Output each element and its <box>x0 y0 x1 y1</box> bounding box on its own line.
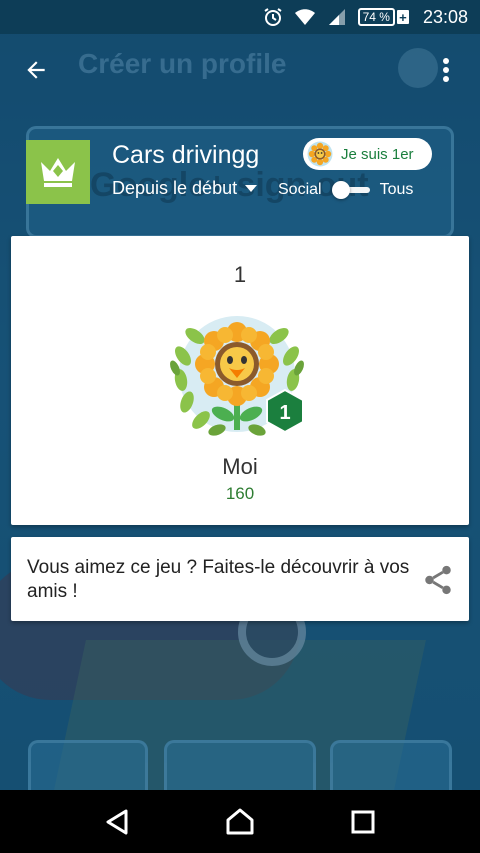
game-title: Cars drivingg <box>112 141 260 169</box>
back-button[interactable] <box>16 50 56 90</box>
sunflower-icon <box>307 141 333 167</box>
share-text: Vous aimez ce jeu ? Faites-le découvrir … <box>27 557 410 602</box>
my-rank-label: Je suis 1er <box>341 145 414 163</box>
player-score: 160 <box>225 484 255 503</box>
arrow-back-icon <box>27 61 45 79</box>
toggle-all-label: Tous <box>379 181 414 198</box>
alarm-icon <box>262 7 284 27</box>
more-vert-icon <box>443 58 449 82</box>
share-button[interactable] <box>421 563 455 597</box>
background-title: Créer un profile <box>78 48 287 79</box>
player-rank: 1 <box>233 262 247 287</box>
share-card[interactable]: Vous aimez ce jeu ? Faites-le découvrir … <box>11 537 469 621</box>
audience-toggle-row: Social Tous <box>278 179 413 201</box>
period-dropdown[interactable]: Depuis le début <box>112 178 258 199</box>
chevron-down-icon <box>245 185 258 192</box>
back-triangle-icon <box>106 809 128 834</box>
status-bar: 74 % + 23:08 <box>0 0 480 34</box>
player-avatar[interactable]: 1 <box>167 310 311 442</box>
recents-square-icon <box>351 810 375 833</box>
rank-badge-number: 1 <box>279 402 291 424</box>
overflow-menu-button[interactable] <box>426 50 466 90</box>
battery-indicator: 74 % + <box>357 8 409 26</box>
crown-icon <box>41 158 75 187</box>
nav-home-button[interactable] <box>216 798 264 846</box>
app-bar: Créer un profile <box>0 34 480 106</box>
nav-back-button[interactable] <box>93 798 141 846</box>
period-label: Depuis le début <box>112 178 238 198</box>
wifi-icon <box>294 7 316 27</box>
charging-icon: + <box>396 10 409 25</box>
signal-icon <box>326 7 348 27</box>
battery-level: 74 % <box>357 8 395 26</box>
player-name: Moi <box>222 454 258 479</box>
home-circle-icon <box>226 808 254 834</box>
toggle-social-label: Social <box>278 181 322 198</box>
system-nav-bar <box>0 790 480 853</box>
clock: 23:08 <box>422 6 468 27</box>
audience-switch[interactable] <box>331 179 370 201</box>
player-card: 1 1 Moi 160 <box>11 236 469 525</box>
share-icon <box>425 565 451 595</box>
leaderboard-icon-box <box>26 140 90 204</box>
nav-recents-button[interactable] <box>339 798 387 846</box>
my-rank-button[interactable]: Je suis 1er <box>303 138 432 170</box>
